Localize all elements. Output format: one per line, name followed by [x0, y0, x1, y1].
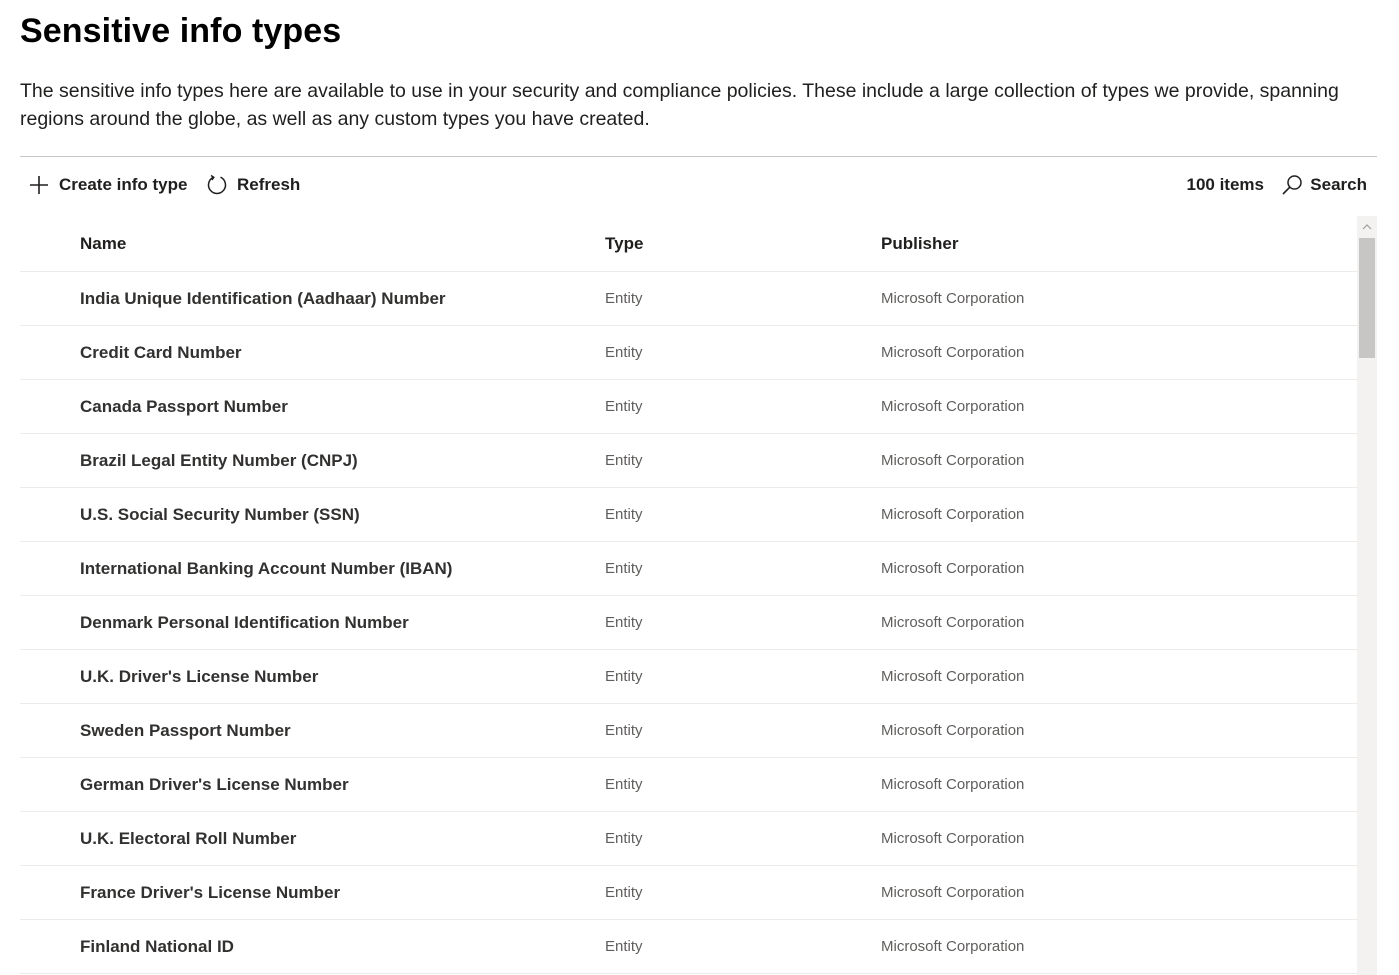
- row-type: Entity: [605, 398, 643, 415]
- row-publisher: Microsoft Corporation: [881, 614, 1025, 631]
- table-row[interactable]: Canada Passport Number Entity Microsoft …: [20, 380, 1357, 434]
- row-publisher: Microsoft Corporation: [881, 452, 1025, 469]
- refresh-label: Refresh: [237, 175, 301, 194]
- header-divider: [20, 156, 1377, 157]
- row-name: Canada Passport Number: [80, 396, 288, 416]
- row-publisher: Microsoft Corporation: [881, 938, 1025, 955]
- scrollbar-thumb[interactable]: [1359, 238, 1375, 358]
- row-publisher: Microsoft Corporation: [881, 668, 1025, 685]
- create-info-type-label: Create info type: [59, 175, 188, 194]
- command-bar: Create info type Refresh 100 items Searc…: [20, 166, 1377, 204]
- row-name: U.K. Driver's License Number: [80, 666, 319, 686]
- info-types-table: Name Type Publisher India Unique Identif…: [20, 216, 1357, 975]
- table-row[interactable]: Sweden Passport Number Entity Microsoft …: [20, 704, 1357, 758]
- search-icon: [1281, 174, 1303, 196]
- row-type: Entity: [605, 722, 643, 739]
- table-row[interactable]: U.S. Social Security Number (SSN) Entity…: [20, 488, 1357, 542]
- row-type: Entity: [605, 560, 643, 577]
- row-name: India Unique Identification (Aadhaar) Nu…: [80, 288, 446, 308]
- row-publisher: Microsoft Corporation: [881, 776, 1025, 793]
- table-row[interactable]: Brazil Legal Entity Number (CNPJ) Entity…: [20, 434, 1357, 488]
- column-header-name[interactable]: Name: [80, 216, 126, 271]
- row-name: Credit Card Number: [80, 342, 242, 362]
- column-header-type[interactable]: Type: [605, 216, 643, 271]
- plus-icon: [28, 174, 50, 196]
- row-name: U.S. Social Security Number (SSN): [80, 504, 360, 524]
- search-label: Search: [1310, 175, 1367, 194]
- table-row[interactable]: U.K. Driver's License Number Entity Micr…: [20, 650, 1357, 704]
- table-row[interactable]: International Banking Account Number (IB…: [20, 542, 1357, 596]
- table-row[interactable]: German Driver's License Number Entity Mi…: [20, 758, 1357, 812]
- create-info-type-button[interactable]: Create info type: [28, 166, 187, 204]
- row-name: Brazil Legal Entity Number (CNPJ): [80, 450, 358, 470]
- page-description: The sensitive info types here are availa…: [20, 80, 1339, 130]
- row-type: Entity: [605, 506, 643, 523]
- row-publisher: Microsoft Corporation: [881, 344, 1025, 361]
- row-name: German Driver's License Number: [80, 774, 349, 794]
- table-row[interactable]: Credit Card Number Entity Microsoft Corp…: [20, 326, 1357, 380]
- refresh-icon: [206, 174, 228, 196]
- row-publisher: Microsoft Corporation: [881, 560, 1025, 577]
- table-row[interactable]: France Driver's License Number Entity Mi…: [20, 866, 1357, 920]
- row-type: Entity: [605, 452, 643, 469]
- column-header-publisher[interactable]: Publisher: [881, 216, 958, 271]
- search-button[interactable]: Search: [1281, 166, 1367, 204]
- row-name: Finland National ID: [80, 936, 234, 956]
- row-type: Entity: [605, 344, 643, 361]
- row-publisher: Microsoft Corporation: [881, 290, 1025, 307]
- table-row[interactable]: Finland National ID Entity Microsoft Cor…: [20, 920, 1357, 974]
- row-publisher: Microsoft Corporation: [881, 398, 1025, 415]
- row-name: Sweden Passport Number: [80, 720, 291, 740]
- table-row[interactable]: Denmark Personal Identification Number E…: [20, 596, 1357, 650]
- row-name: Denmark Personal Identification Number: [80, 612, 409, 632]
- row-publisher: Microsoft Corporation: [881, 830, 1025, 847]
- table-header: Name Type Publisher: [20, 216, 1357, 272]
- item-count: 100 items: [1186, 175, 1265, 194]
- row-publisher: Microsoft Corporation: [881, 884, 1025, 901]
- table-row[interactable]: India Unique Identification (Aadhaar) Nu…: [20, 272, 1357, 326]
- row-name: International Banking Account Number (IB…: [80, 558, 453, 578]
- sensitive-info-types-page: Sensitive info types The sensitive info …: [0, 0, 1399, 975]
- row-type: Entity: [605, 938, 643, 955]
- scroll-up-button[interactable]: [1357, 216, 1377, 236]
- row-type: Entity: [605, 290, 643, 307]
- row-type: Entity: [605, 776, 643, 793]
- row-type: Entity: [605, 668, 643, 685]
- page-title: Sensitive info types: [20, 12, 342, 50]
- row-publisher: Microsoft Corporation: [881, 506, 1025, 523]
- row-type: Entity: [605, 884, 643, 901]
- table-row[interactable]: U.K. Electoral Roll Number Entity Micros…: [20, 812, 1357, 866]
- row-type: Entity: [605, 830, 643, 847]
- row-name: France Driver's License Number: [80, 882, 341, 902]
- refresh-button[interactable]: Refresh: [206, 166, 300, 204]
- row-type: Entity: [605, 614, 643, 631]
- row-publisher: Microsoft Corporation: [881, 722, 1025, 739]
- row-name: U.K. Electoral Roll Number: [80, 828, 297, 848]
- vertical-scrollbar[interactable]: [1357, 216, 1377, 975]
- chevron-up-icon: [1362, 217, 1372, 235]
